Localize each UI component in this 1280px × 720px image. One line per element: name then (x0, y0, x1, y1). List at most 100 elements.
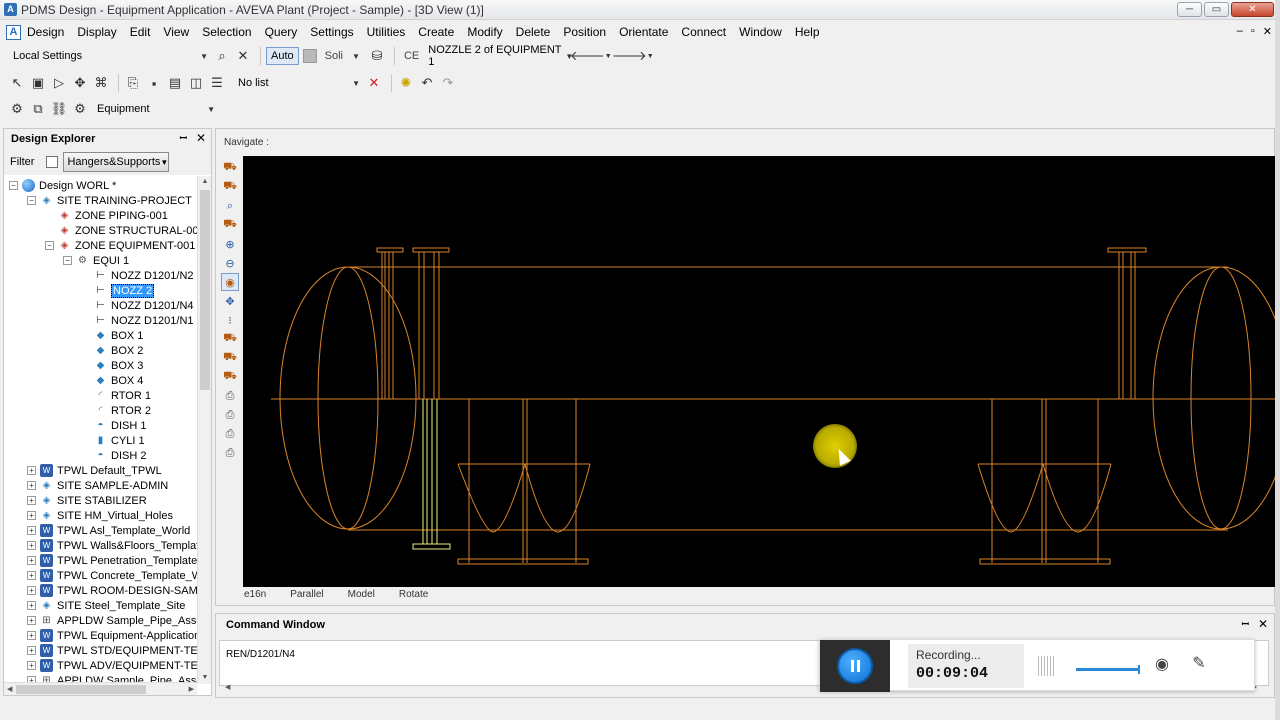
tree-item[interactable]: + W TPWL Concrete_Template_W (27, 568, 197, 583)
close-icon[interactable]: ✕ (196, 131, 206, 145)
expand-icon[interactable]: + (27, 661, 36, 670)
tree-item[interactable]: − ⚙ EQUI 1 (63, 253, 129, 268)
equipment-gear-icon[interactable]: ⚙ (71, 100, 89, 118)
tree-item[interactable]: ⊢ NOZZ D1201/N4 (94, 298, 193, 313)
pointer-icon[interactable]: ↖ (8, 74, 26, 92)
chevron-down-icon[interactable]: ▼ (641, 47, 659, 65)
expand-icon[interactable]: + (27, 511, 36, 520)
filter-combo[interactable]: Hangers&Supports ▼ (63, 152, 170, 172)
tree-item[interactable]: + ◈ SITE STABILIZER (27, 493, 147, 508)
menu-orientate[interactable]: Orientate (619, 25, 668, 39)
pin-icon[interactable]: ꟷ (180, 131, 187, 145)
windows-icon[interactable]: ◫ (187, 74, 205, 92)
menu-delete[interactable]: Delete (516, 25, 551, 39)
tree-item[interactable]: − ◈ SITE TRAINING-PROJECT (27, 193, 192, 208)
menu-view[interactable]: View (163, 25, 189, 39)
menu-create[interactable]: Create (418, 25, 454, 39)
close-icon[interactable]: ✕ (1258, 617, 1268, 631)
tree-item[interactable]: ◜ RTOR 2 (94, 403, 151, 418)
scroll-thumb[interactable] (16, 685, 146, 694)
chevron-down-icon[interactable]: ▼ (347, 47, 365, 65)
color-swatch[interactable] (302, 49, 317, 63)
box-icon[interactable]: ▣ (29, 74, 47, 92)
volume-slider[interactable] (1076, 668, 1138, 671)
expand-icon[interactable]: + (27, 481, 36, 490)
camera-4-icon[interactable]: ⎙ (221, 444, 239, 462)
tree-item[interactable]: − ◈ ZONE EQUIPMENT-001 (45, 238, 195, 253)
close-button[interactable]: ✕ (1231, 2, 1274, 17)
expand-icon[interactable]: + (27, 646, 36, 655)
delete-icon[interactable]: ✕ (365, 74, 383, 92)
status-projection[interactable]: Parallel (290, 589, 323, 603)
scroll-up-icon[interactable]: ▲ (198, 176, 212, 188)
zoom-in-icon[interactable]: ⊕ (221, 235, 239, 253)
tree-item[interactable]: + W TPWL Equipment-Application (27, 628, 197, 643)
binoculars-icon[interactable]: ⌕ (213, 47, 231, 65)
menu-utilities[interactable]: Utilities (367, 25, 406, 39)
tree-item[interactable]: + W TPWL Default_TPWL (27, 463, 162, 478)
tree-item[interactable]: + W TPWL Asl_Template_World (27, 523, 190, 538)
menu-window[interactable]: Window (739, 25, 782, 39)
expand-icon[interactable]: + (27, 571, 36, 580)
menu-modify[interactable]: Modify (467, 25, 502, 39)
maximize-button[interactable]: ▭ (1204, 2, 1229, 17)
list-combo[interactable]: No list ▼ (233, 73, 365, 93)
list-icon[interactable]: ☰ (208, 74, 226, 92)
expand-icon[interactable]: + (27, 466, 36, 475)
mdi-close-button[interactable]: ✕ (1263, 25, 1272, 38)
expand-icon[interactable]: + (27, 616, 36, 625)
tree-item[interactable]: ◆ BOX 3 (94, 358, 144, 373)
menu-settings[interactable]: Settings (310, 25, 353, 39)
tree-item[interactable]: ◆ BOX 1 (94, 328, 144, 343)
expand-icon[interactable]: + (27, 541, 36, 550)
expand-icon[interactable]: + (27, 526, 36, 535)
camera-2-icon[interactable]: ⎙ (221, 406, 239, 424)
scroll-right-icon[interactable]: ▶ (189, 683, 194, 696)
walk-icon[interactable]: ⛟ (221, 159, 239, 177)
menu-query[interactable]: Query (265, 25, 298, 39)
undo-icon[interactable]: ↶ (418, 74, 436, 92)
collapse-icon[interactable]: − (9, 181, 18, 190)
explorer-vertical-scrollbar[interactable]: ▲ ▼ (197, 176, 211, 684)
tree-item[interactable]: ▮ CYLI 1 (94, 433, 145, 448)
expand-icon[interactable]: + (27, 631, 36, 640)
expand-icon[interactable]: + (27, 556, 36, 565)
tree-item[interactable]: + W TPWL STD/EQUIPMENT-TE (27, 643, 197, 658)
tree-item[interactable]: + ◈ SITE SAMPLE-ADMIN (27, 478, 168, 493)
equipment-icon[interactable]: ⚙ (8, 100, 26, 118)
database-icon[interactable]: ⛁ (368, 47, 386, 65)
menu-edit[interactable]: Edit (130, 25, 151, 39)
application-combo[interactable]: Equipment ▼ (92, 99, 220, 119)
scroll-left-icon[interactable]: ◀ (225, 683, 230, 691)
tree-item[interactable]: − Design WORL * (9, 178, 116, 193)
settings-combo[interactable]: Local Settings ▼ (8, 46, 213, 66)
scroll-down-icon[interactable]: ▼ (198, 672, 212, 684)
pen-icon[interactable]: ✎ (1188, 653, 1210, 675)
pan-icon[interactable]: ✥ (221, 292, 239, 310)
minimize-button[interactable]: ─ (1177, 2, 1202, 17)
equipment-list-icon[interactable]: ⧉ (29, 100, 47, 118)
scroll-left-icon[interactable]: ◀ (7, 683, 12, 696)
mdi-minimize-button[interactable]: – (1237, 25, 1243, 38)
pause-button[interactable] (837, 648, 873, 684)
camera-1-icon[interactable]: ⎙ (221, 387, 239, 405)
scroll-thumb[interactable] (200, 190, 210, 390)
tree-item[interactable]: ◆ BOX 2 (94, 343, 144, 358)
webcam-icon[interactable]: ◉ (1151, 654, 1173, 676)
filter-checkbox[interactable] (46, 156, 59, 168)
explorer-horizontal-scrollbar[interactable]: ◀ ▶ (4, 682, 197, 695)
save-all-icon[interactable]: ▤ (166, 74, 184, 92)
play-icon[interactable]: ▷ (50, 74, 68, 92)
tree-item[interactable]: ◈ ZONE STRUCTURAL-00 (58, 223, 197, 238)
expand-icon[interactable]: + (27, 586, 36, 595)
menu-connect[interactable]: Connect (681, 25, 726, 39)
3d-viewport[interactable] (243, 156, 1276, 587)
forward-arrow-icon[interactable]: 🡒 (612, 47, 647, 65)
star-icon[interactable]: ✺ (397, 74, 415, 92)
zoom-out-icon[interactable]: ⊖ (221, 254, 239, 272)
tree-item[interactable]: ◓ DISH 1 (94, 418, 146, 433)
save-icon[interactable]: ▪ (145, 74, 163, 92)
tree-item[interactable]: + W TPWL Penetration_Template (27, 553, 197, 568)
menu-selection[interactable]: Selection (202, 25, 251, 39)
explorer-tree[interactable]: − Design WORL * − ◈ SITE TRAINING-PROJECT ◈ ZO… (4, 176, 197, 684)
